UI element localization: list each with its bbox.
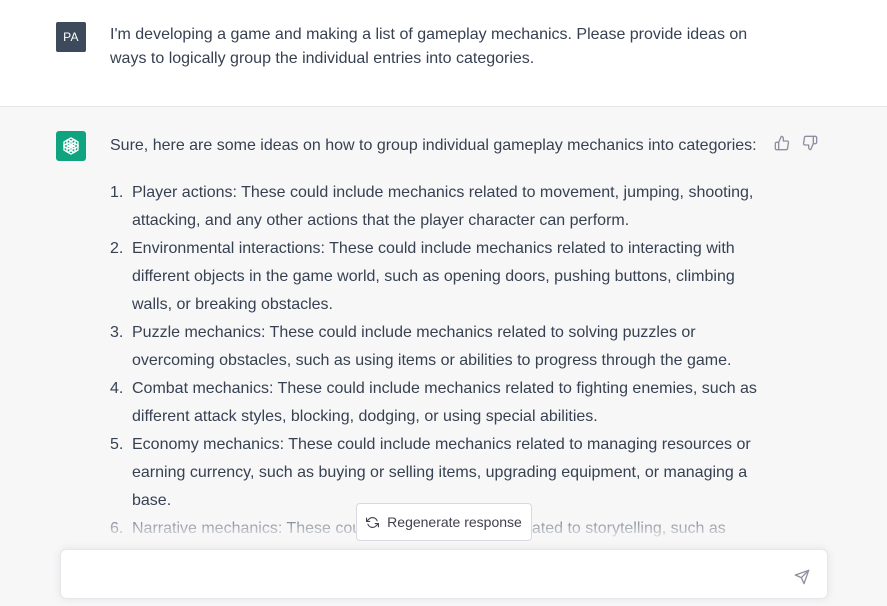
answer-list: 1. Player actions: These could include m… [110, 179, 770, 543]
list-item-number: 2. [110, 240, 124, 257]
regenerate-response-button[interactable]: Regenerate response [356, 503, 532, 541]
thumbs-down-icon[interactable] [802, 135, 818, 151]
user-message: PA I'm developing a game and making a li… [0, 0, 887, 107]
thumbs-up-icon[interactable] [774, 135, 790, 151]
list-item-text: Player actions: These could include mech… [132, 184, 754, 229]
list-item-text: Combat mechanics: These could include me… [132, 380, 757, 425]
list-item-text: Environmental interactions: These could … [132, 240, 735, 313]
list-item-number: 3. [110, 324, 124, 341]
list-item-number: 1. [110, 184, 124, 201]
list-item: 2. Environmental interactions: These cou… [110, 235, 770, 319]
feedback-buttons [774, 135, 818, 151]
send-icon[interactable] [792, 567, 812, 587]
list-item-number: 6. [110, 520, 124, 537]
user-message-text: I'm developing a game and making a list … [110, 26, 748, 67]
list-item-number: 5. [110, 436, 124, 453]
assistant-intro-text: Sure, here are some ideas on how to grou… [110, 137, 757, 154]
list-item-text: Economy mechanics: These could include m… [132, 436, 751, 509]
list-item: 1. Player actions: These could include m… [110, 179, 770, 235]
list-item-text: Puzzle mechanics: These could include me… [132, 324, 732, 369]
chat-input-box [60, 549, 828, 599]
list-item-number: 4. [110, 380, 124, 397]
regenerate-label: Regenerate response [387, 514, 522, 530]
list-item: 3. Puzzle mechanics: These could include… [110, 319, 770, 375]
list-item: 4. Combat mechanics: These could include… [110, 375, 770, 431]
openai-logo-icon [56, 131, 86, 161]
message-input[interactable] [75, 564, 775, 586]
chat-page: PA I'm developing a game and making a li… [0, 0, 887, 606]
refresh-icon [366, 516, 380, 529]
user-avatar: PA [56, 22, 86, 52]
